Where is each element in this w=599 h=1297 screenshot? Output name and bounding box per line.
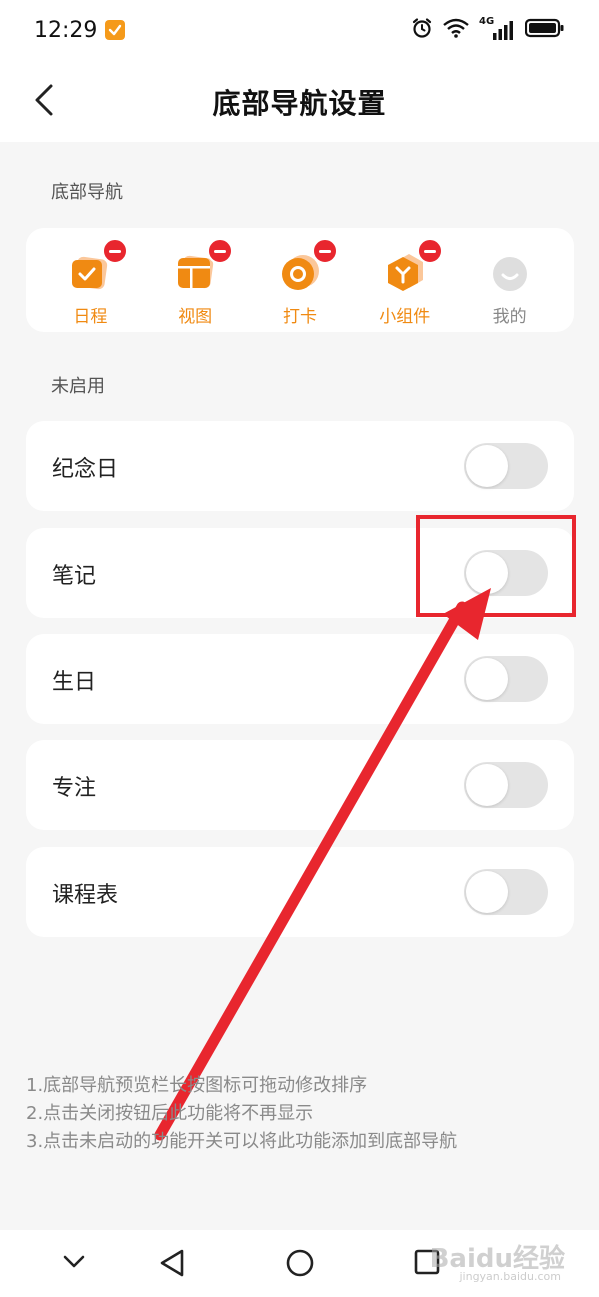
help-tips: 1.底部导航预览栏长按图标可拖动修改排序 2.点击关闭按钮后此功能将不再显示 3… (26, 1072, 566, 1156)
watermark-url: jingyan.baidu.com (459, 1270, 561, 1283)
tip-line: 1.底部导航预览栏长按图标可拖动修改排序 (26, 1075, 368, 1096)
collapse-chevron-down-icon[interactable] (62, 1254, 86, 1274)
home-circle-icon[interactable] (285, 1248, 315, 1282)
back-triangle-icon[interactable] (158, 1248, 186, 1282)
tip-line: 3.点击未启动的功能开关可以将此功能添加到底部导航 (26, 1131, 458, 1152)
tip-line: 2.点击关闭按钮后此功能将不再显示 (26, 1103, 314, 1124)
